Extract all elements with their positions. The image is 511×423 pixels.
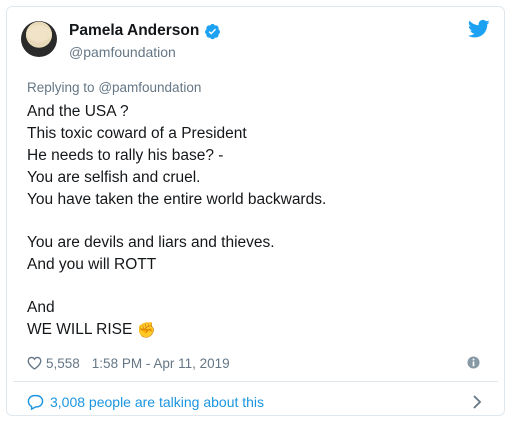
twitter-bird-icon[interactable] — [468, 19, 490, 39]
author-name[interactable]: Pamela Anderson — [69, 22, 199, 40]
tweet-line-text: WE WILL RISE — [27, 321, 133, 338]
tweet-line: And — [27, 299, 55, 316]
verified-badge-icon — [205, 23, 221, 39]
divider — [13, 381, 498, 382]
tweet-line-last: WE WILL RISE ✊ — [27, 319, 487, 341]
speech-bubble-icon — [27, 394, 44, 410]
like-count[interactable]: 5,558 — [46, 356, 80, 371]
tweet-text: And the USA ? This toxic coward of a Pre… — [27, 101, 487, 341]
tweet-line: And the USA ? — [27, 103, 129, 120]
author-block[interactable]: Pamela Anderson @pamfoundation — [69, 21, 221, 60]
conversation-footer[interactable]: 3,008 people are talking about this — [27, 389, 484, 415]
tweet-line: You are selfish and cruel. — [27, 169, 201, 186]
author-handle[interactable]: @pamfoundation — [69, 44, 221, 60]
timestamp[interactable]: 1:58 PM - Apr 11, 2019 — [92, 356, 230, 371]
tweet-line: You are devils and liars and thieves. — [27, 234, 275, 251]
replying-prefix: Replying to — [27, 80, 95, 95]
replying-to: Replying to @pamfoundation — [27, 80, 201, 95]
replying-to-link[interactable]: @pamfoundation — [98, 80, 201, 95]
talking-count-link[interactable]: 3,008 people are talking about this — [50, 394, 264, 410]
chevron-right-icon[interactable] — [472, 395, 482, 409]
name-row: Pamela Anderson — [69, 21, 221, 41]
tweet-line: He needs to rally his base? - — [27, 147, 224, 164]
tweet-line: You have taken the entire world backward… — [27, 191, 327, 208]
avatar[interactable] — [21, 21, 57, 57]
tweet-line: And you will ROTT — [27, 256, 157, 273]
tweet-meta: 5,558 1:58 PM - Apr 11, 2019 — [27, 352, 484, 374]
tweet-header: Pamela Anderson @pamfoundation — [21, 19, 490, 67]
raised-fist-icon: ✊ — [137, 322, 157, 339]
tweet-line: This toxic coward of a President — [27, 125, 247, 142]
heart-icon[interactable] — [27, 356, 42, 370]
info-icon[interactable] — [467, 356, 480, 369]
tweet-card[interactable]: Pamela Anderson @pamfoundation Replying … — [6, 6, 505, 416]
